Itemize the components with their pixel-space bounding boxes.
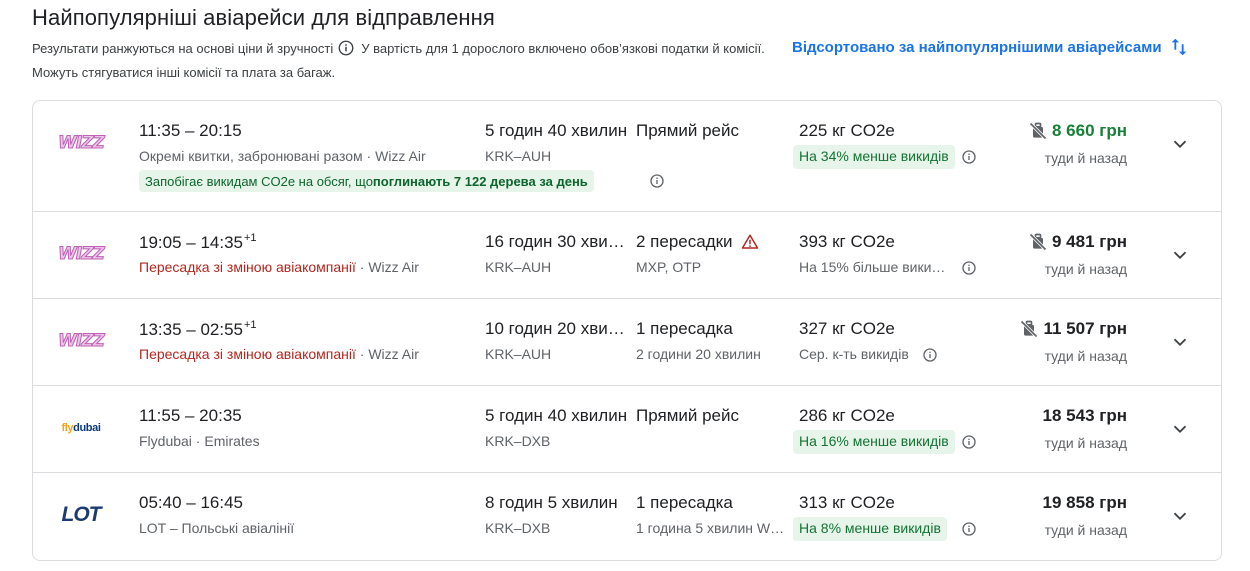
airline-info: Окремі квитки, забронювані разом · Wizz …	[139, 148, 426, 164]
flight-route: KRK–DXB	[485, 520, 551, 536]
chevron-down-icon[interactable]	[1169, 331, 1191, 353]
layover-duration: 1 година 5 хвилин W…	[636, 520, 785, 536]
airline-info: LOT – Польські авіалінії	[139, 520, 295, 536]
co2-emissions: 313 кг CO2e	[799, 493, 895, 512]
info-icon[interactable]	[961, 521, 977, 537]
flight-route: KRK–AUH	[485, 148, 552, 164]
co2-comparison-badge: На 15% більше викидів	[799, 259, 951, 275]
price-container: 18 543 грн	[1043, 406, 1127, 426]
price-container: 19 858 грн	[1043, 493, 1127, 513]
co2-comparison-badge: На 16% менше викидів	[793, 430, 955, 454]
flight-times: 11:55 – 20:35	[139, 406, 242, 425]
no-carry-on-bag-icon	[1020, 320, 1039, 338]
ranking-note: Результати ранжуються на основі ціни й з…	[32, 41, 334, 56]
flight-duration: 8 годин 5 хвилин	[485, 493, 618, 512]
chevron-down-icon[interactable]	[1169, 133, 1191, 155]
co2-comparison-badge: На 8% менше викидів	[793, 517, 947, 541]
info-icon[interactable]	[961, 260, 977, 276]
sort-button[interactable]: Відсортовано за найпопулярнішими авіарей…	[792, 36, 1190, 58]
stops-info: Прямий рейс	[636, 406, 739, 425]
stops-info: Прямий рейс	[636, 121, 739, 140]
info-icon[interactable]	[961, 434, 977, 450]
flight-times: 13:35 – 02:55+1	[139, 319, 257, 339]
page-title: Найпопулярніші авіарейси для відправленн…	[32, 5, 495, 30]
chevron-down-icon[interactable]	[1169, 505, 1191, 527]
flight-route: KRK–AUH	[485, 346, 552, 362]
chevron-down-icon[interactable]	[1169, 418, 1191, 440]
flight-price: 19 858 грн	[1042, 493, 1127, 512]
flight-row[interactable]: fly dubai 11:55 – 20:35 Flydubai · Emirat…	[33, 386, 1221, 473]
info-icon[interactable]	[649, 173, 665, 189]
co2-comparison-badge: На 34% менше викидів	[793, 145, 955, 169]
flight-row[interactable]: WIZZ 11:35 – 20:15 Окремі квитки, заброн…	[33, 101, 1221, 212]
flight-price: 18 543 грн	[1042, 406, 1127, 425]
airline-info: Flydubai · Emirates	[139, 433, 260, 449]
wizz-air-logo: WIZZ	[58, 133, 106, 154]
co2-emissions: 225 кг CO2e	[799, 121, 895, 140]
flight-times: 11:35 – 20:15	[139, 121, 242, 140]
flight-row[interactable]: WIZZ 13:35 – 02:55+1 Пересадка зі зміною…	[33, 299, 1221, 386]
flight-times: 19:05 – 14:35+1	[139, 232, 257, 252]
stops-info: 1 пересадка	[636, 319, 733, 338]
flight-route: KRK–AUH	[485, 259, 552, 275]
flight-duration: 5 годин 40 хвилин	[485, 121, 628, 140]
lot-logo: LOT	[61, 503, 102, 526]
day-offset: +1	[243, 319, 257, 331]
co2-emissions: 393 кг CO2e	[799, 232, 895, 251]
stops-info: 1 пересадка	[636, 493, 733, 512]
layover-duration: 2 години 20 хвилин	[636, 346, 761, 362]
sort-label: Відсортовано за найпопулярнішими авіарей…	[792, 38, 1162, 56]
trip-type: туди й назад	[1044, 150, 1127, 166]
price-container: 11 507 грн	[1019, 319, 1127, 339]
co2-comparison-badge: Сер. к-ть викидів	[799, 346, 909, 362]
co2-emissions: 327 кг CO2e	[799, 319, 895, 338]
trip-type: туди й назад	[1044, 522, 1127, 538]
flight-duration: 5 годин 40 хвилин	[485, 406, 628, 425]
trip-type: туди й назад	[1044, 261, 1127, 277]
airline-info: Пересадка зі зміною авіакомпанії · Wizz …	[139, 346, 419, 362]
flight-times: 05:40 – 16:45	[139, 493, 243, 512]
price-container: 8 660 грн	[1028, 121, 1127, 141]
layover-airports: MXP, OTP	[636, 259, 702, 275]
no-carry-on-bag-icon	[1029, 122, 1047, 140]
info-icon[interactable]	[961, 149, 977, 165]
sort-icon	[1171, 38, 1186, 56]
info-icon[interactable]	[922, 347, 938, 363]
wizz-air-logo: WIZZ	[58, 331, 106, 352]
no-carry-on-bag-icon	[1029, 233, 1047, 251]
trip-type: туди й назад	[1044, 435, 1127, 451]
flydubai-logo: fly dubai	[61, 422, 101, 434]
flight-results-list: WIZZ 11:35 – 20:15 Окремі квитки, заброн…	[32, 100, 1222, 561]
day-offset: +1	[243, 232, 257, 244]
price-container: 9 481 грн	[1028, 232, 1127, 252]
flight-row[interactable]: WIZZ 19:05 – 14:35+1 Пересадка зі зміною…	[33, 212, 1221, 299]
eco-impact-badge: Запобігає викидам CO2e на обсяг, що погл…	[139, 170, 594, 192]
co2-emissions: 286 кг CO2e	[799, 406, 895, 425]
results-description: Результати ранжуються на основі ціни й з…	[32, 37, 772, 85]
flight-route: KRK–DXB	[485, 433, 551, 449]
flight-duration: 10 годин 20 хвилин	[485, 319, 633, 338]
info-icon[interactable]	[337, 39, 355, 57]
stops-info: 2 пересадки	[636, 232, 759, 252]
wizz-air-logo: WIZZ	[58, 244, 106, 265]
flight-price: 11 507 грн	[1043, 319, 1127, 338]
chevron-down-icon[interactable]	[1169, 244, 1191, 266]
trip-type: туди й назад	[1044, 348, 1127, 364]
flight-duration: 16 годин 30 хвилин	[485, 232, 633, 251]
flight-row[interactable]: LOT 05:40 – 16:45 LOT – Польські авіалін…	[33, 473, 1221, 560]
warning-icon	[741, 234, 758, 249]
flight-price: 8 660 грн	[1052, 121, 1127, 140]
flight-price: 9 481 грн	[1052, 232, 1127, 251]
airline-info: Пересадка зі зміною авіакомпанії · Wizz …	[139, 259, 419, 275]
